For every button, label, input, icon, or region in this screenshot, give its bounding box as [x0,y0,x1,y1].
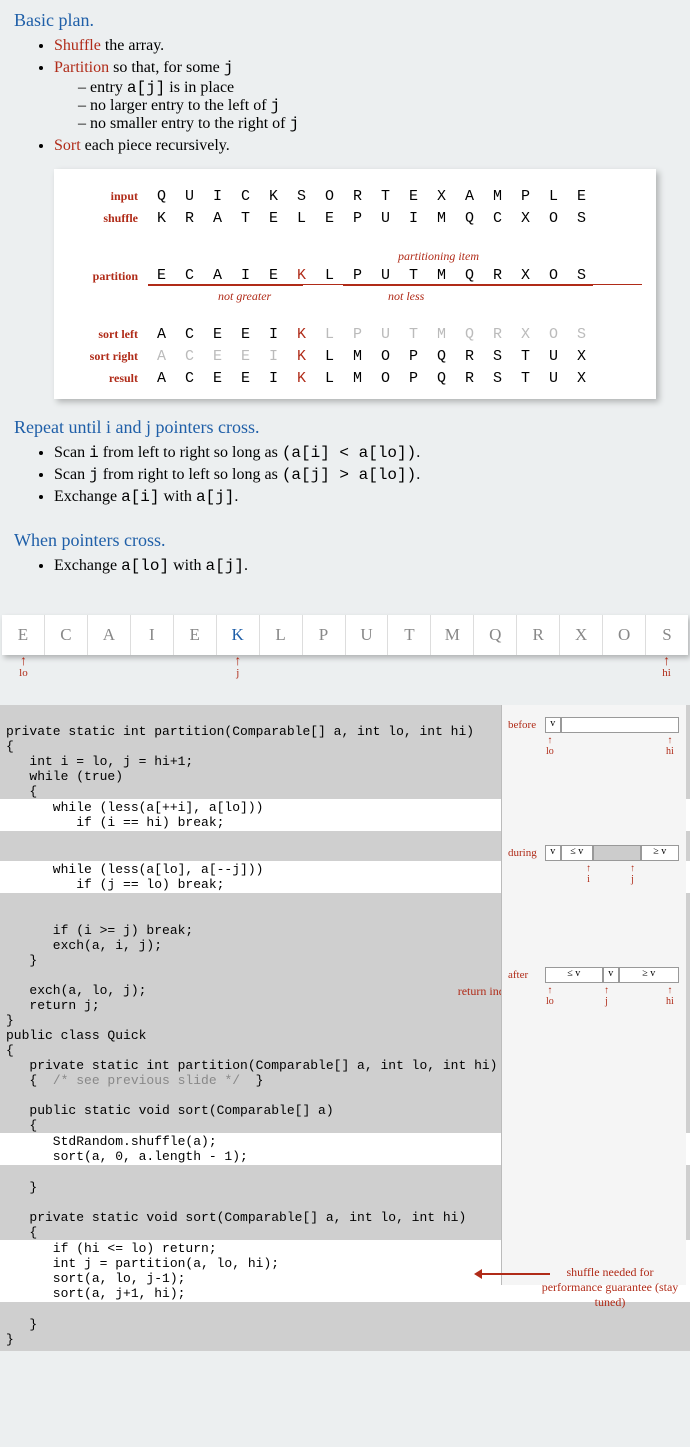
partition-invariant-figure: before v ↑lo ↑hi during v≤ v≥ v ↑i ↑j af… [501,705,686,1285]
bullet-sort: Sort each piece recursively. [54,137,676,155]
section-title-repeat: Repeat until i and j pointers cross. [14,417,676,438]
bullet-shuffle: Shuffle the array. [54,37,676,55]
sub-bullet-entry: entry a[j] is in place [78,79,676,97]
bullet-exchange-ij: Exchange a[i] with a[j]. [54,488,676,506]
bullet-scan-i: Scan i from left to right so long as (a[… [54,444,676,462]
quicksort-trace-diagram: inputQUICKSORTEXAMPLEshuffleKRATELEPUIMQ… [54,169,656,399]
partition-result-array: ECAIEKLPUTMQRXOS [2,615,688,655]
bullet-exchange-loj: Exchange a[lo] with a[j]. [54,557,676,575]
bullet-partition: Partition so that, for some j entry a[j]… [54,59,676,133]
shuffle-note: shuffle needed for performance guarantee… [540,1265,680,1310]
pointer-labels-row: ↑lo↑j↑hi [2,657,688,687]
sub-bullet-right: no smaller entry to the right of j [78,115,676,133]
section-title-basic-plan: Basic plan. [14,10,676,31]
bullet-scan-j: Scan j from right to left so long as (a[… [54,466,676,484]
section-title-cross: When pointers cross. [14,530,676,551]
sub-bullet-left: no larger entry to the left of j [78,97,676,115]
